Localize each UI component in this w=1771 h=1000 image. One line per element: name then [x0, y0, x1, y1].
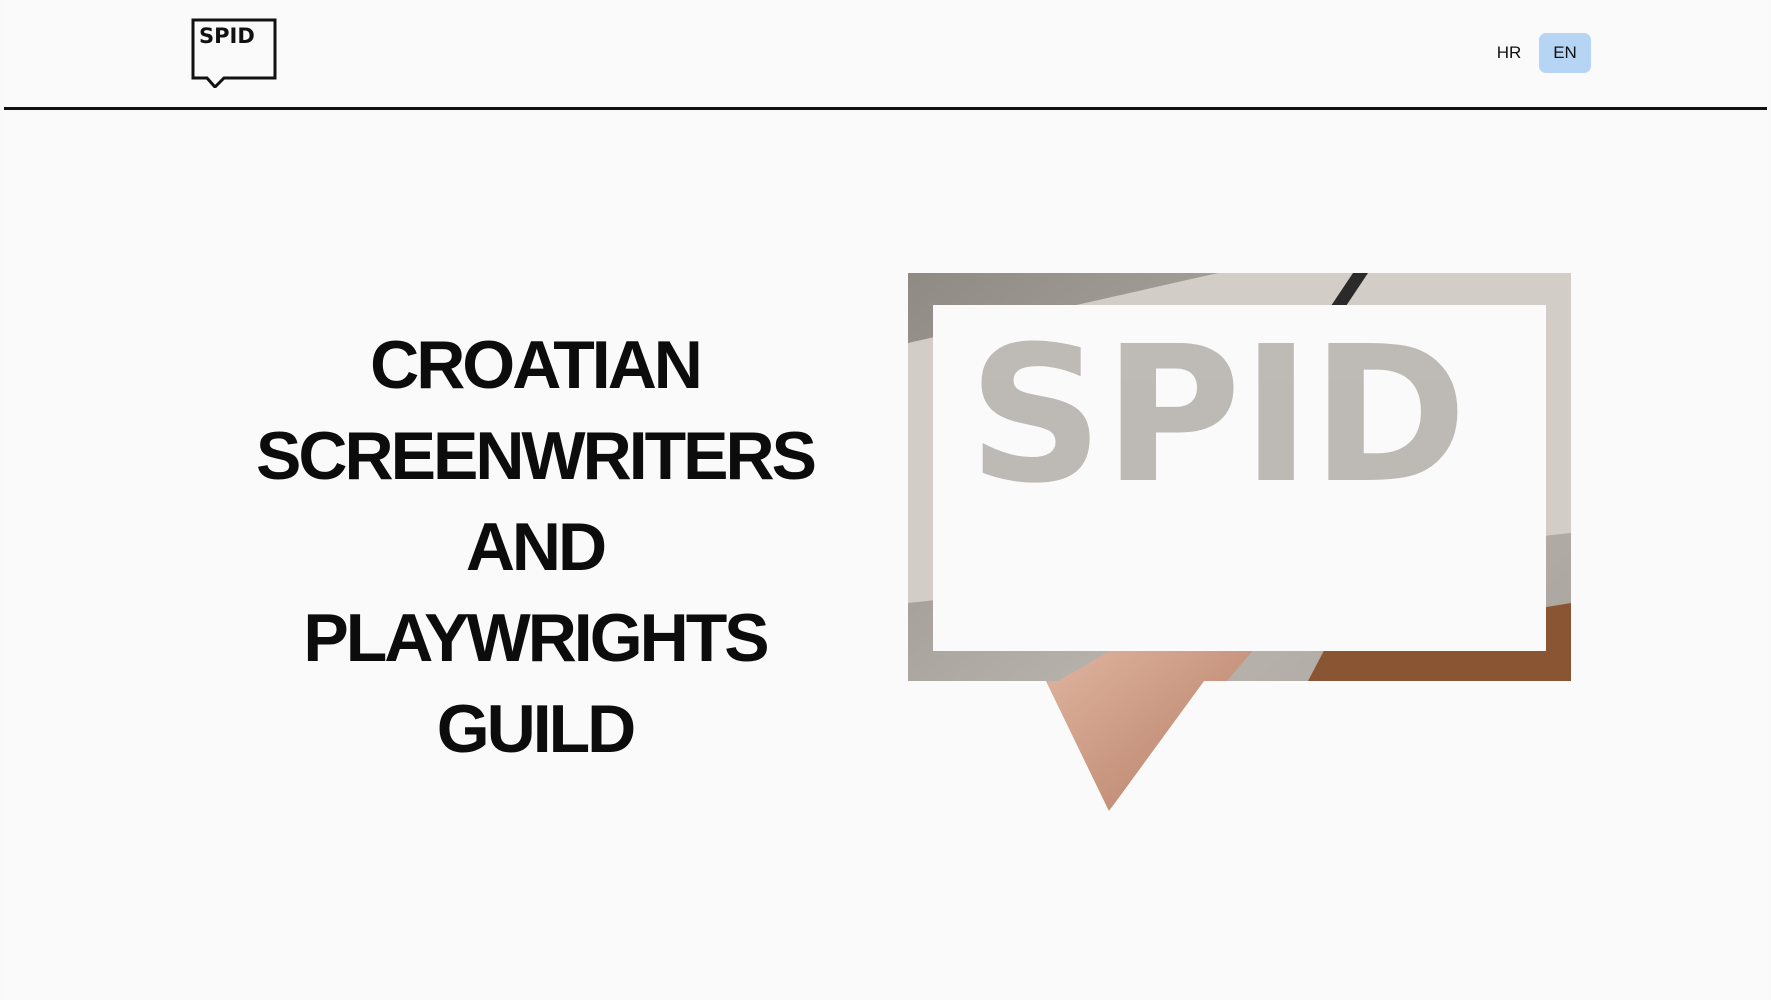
hero-title-line: SCREENWRITERS: [256, 418, 817, 494]
language-hr-button[interactable]: HR: [1484, 33, 1534, 73]
hero-title-line: PLAYWRIGHTS: [303, 600, 769, 676]
speech-bubble-photo: SPID: [908, 273, 1571, 811]
site-header: SPID HR EN: [4, 0, 1767, 108]
logo-text: SPID: [199, 24, 255, 48]
hero-title-line: AND: [465, 509, 607, 585]
hero-title-line: CROATIAN: [370, 327, 703, 403]
spid-logo[interactable]: SPID: [191, 18, 279, 88]
header-divider: [4, 107, 1767, 110]
hero-title-line: GUILD: [436, 691, 637, 767]
bubble-spid-lettering: SPID: [968, 306, 1467, 525]
page: SPID HR EN CROATIAN SCREENWRITERS AND PL…: [4, 0, 1767, 1000]
hero-title: CROATIAN SCREENWRITERS AND PLAYWRIGHTS G…: [174, 320, 896, 775]
language-en-button[interactable]: EN: [1539, 33, 1591, 73]
